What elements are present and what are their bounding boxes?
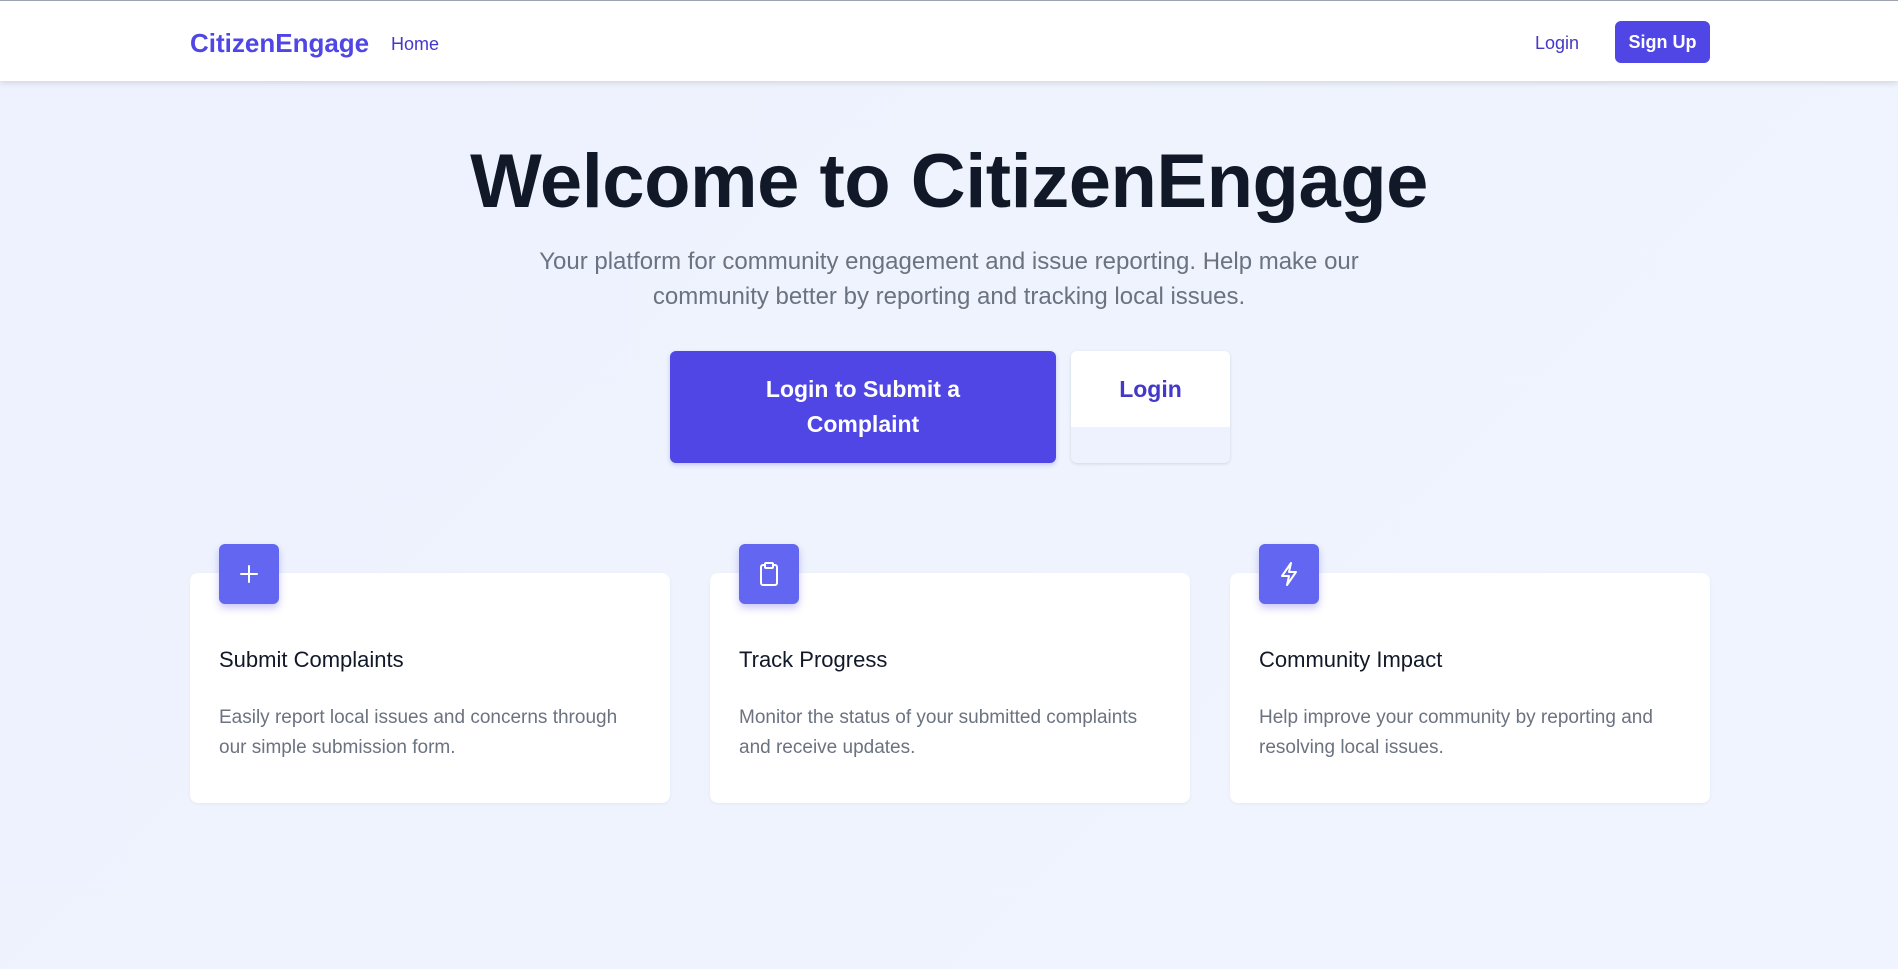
feature-card-submit-complaints: Submit Complaints Easily report local is… <box>190 544 670 803</box>
feature-title: Track Progress <box>739 647 888 672</box>
feature-card-track-progress: Track Progress Monitor the status of you… <box>710 544 1190 803</box>
signup-button[interactable]: Sign Up <box>1615 21 1710 63</box>
feature-card-community-impact: Community Impact Help improve your commu… <box>1230 544 1710 803</box>
nav-home-link[interactable]: Home <box>391 34 439 55</box>
primary-cta-label: Login to Submit a Complaint <box>765 376 961 437</box>
feature-title: Community Impact <box>1259 647 1443 672</box>
brand-logo[interactable]: CitizenEngage <box>190 28 369 59</box>
hero-subtitle: Your platform for community engagement a… <box>539 248 1359 310</box>
secondary-cta-label: Login <box>1071 351 1230 427</box>
feature-title: Submit Complaints <box>219 647 404 672</box>
top-navbar: CitizenEngage Home Login Sign Up <box>0 0 1898 81</box>
feature-description: Monitor the status of your submitted com… <box>739 707 1138 758</box>
clipboard-icon <box>739 544 799 604</box>
plus-icon <box>219 544 279 604</box>
nav-login-link[interactable]: Login <box>1535 33 1579 54</box>
lightning-icon <box>1259 544 1319 604</box>
feature-description: Help improve your community by reporting… <box>1259 707 1653 758</box>
login-to-submit-complaint-button[interactable]: Login to Submit a Complaint <box>670 351 1056 463</box>
hero-title: Welcome to CitizenEngage <box>470 139 1428 224</box>
feature-description: Easily report local issues and concerns … <box>219 707 618 758</box>
hero-login-button[interactable]: Login <box>1071 351 1230 463</box>
